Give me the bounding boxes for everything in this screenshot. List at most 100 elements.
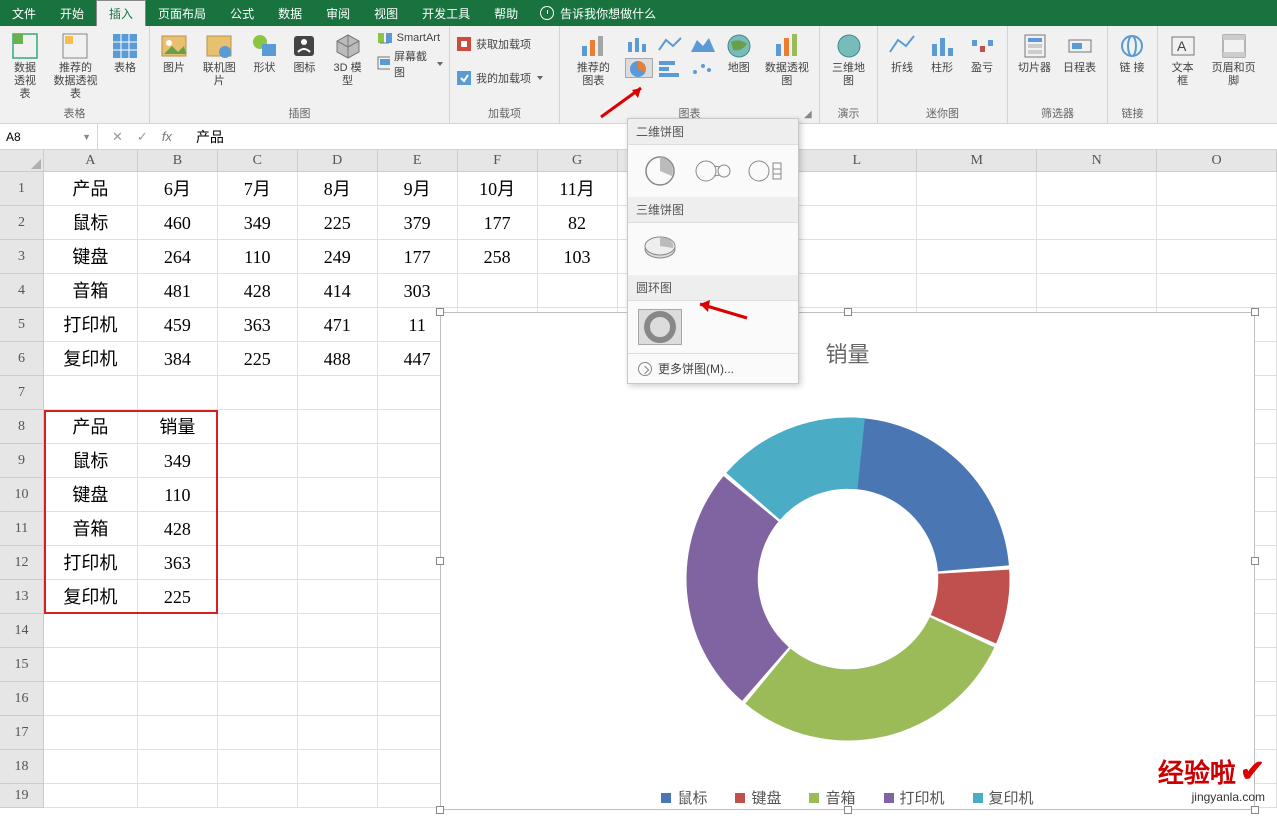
cell[interactable] <box>218 750 298 784</box>
cell[interactable]: 177 <box>378 240 458 274</box>
cell[interactable]: 460 <box>138 206 218 240</box>
pivot-chart-button[interactable]: 数据透视图 <box>761 30 813 90</box>
cell[interactable] <box>298 750 378 784</box>
cell[interactable]: 379 <box>378 206 458 240</box>
chart-scatter-icon[interactable] <box>689 58 717 78</box>
3d-map-button[interactable]: 三维地 图 <box>826 30 871 90</box>
cell[interactable]: 9月 <box>378 172 458 206</box>
chart-bar-icon[interactable] <box>657 58 685 78</box>
row-header[interactable]: 1 <box>0 172 44 206</box>
cell[interactable] <box>1037 240 1157 274</box>
row-header[interactable]: 3 <box>0 240 44 274</box>
cell[interactable] <box>917 274 1037 308</box>
textbox-button[interactable]: A文本框 <box>1164 30 1201 90</box>
cell[interactable] <box>797 240 917 274</box>
cell[interactable] <box>538 274 618 308</box>
cell[interactable] <box>218 376 298 410</box>
resize-handle[interactable] <box>436 557 444 565</box>
cell[interactable]: 471 <box>298 308 378 342</box>
cell[interactable] <box>44 784 138 808</box>
cell[interactable] <box>458 274 538 308</box>
cell[interactable] <box>44 682 138 716</box>
row-header[interactable]: 9 <box>0 444 44 478</box>
cell[interactable] <box>1157 240 1277 274</box>
cell[interactable] <box>298 410 378 444</box>
cell[interactable]: 481 <box>138 274 218 308</box>
cell[interactable] <box>138 614 218 648</box>
pie-2d-icon[interactable] <box>638 153 681 189</box>
table-button[interactable]: 表格 <box>107 30 143 77</box>
cell[interactable]: 7月 <box>218 172 298 206</box>
cell[interactable] <box>298 512 378 546</box>
tell-me[interactable]: 告诉我你想做什么 <box>530 0 666 26</box>
col-header[interactable]: M <box>917 150 1037 171</box>
chart-title[interactable]: 销量 <box>441 313 1254 369</box>
cell[interactable]: 产品 <box>44 410 138 444</box>
cell[interactable] <box>1037 274 1157 308</box>
cell[interactable] <box>138 750 218 784</box>
chart-plot-area[interactable] <box>441 369 1254 769</box>
cell[interactable]: 258 <box>458 240 538 274</box>
resize-handle[interactable] <box>436 806 444 814</box>
row-header[interactable]: 7 <box>0 376 44 410</box>
cell[interactable] <box>138 716 218 750</box>
cell[interactable] <box>298 376 378 410</box>
col-header[interactable]: D <box>298 150 378 171</box>
tab-home[interactable]: 开始 <box>48 0 96 26</box>
slicer-button[interactable]: 切片器 <box>1014 30 1055 77</box>
chart-segment[interactable] <box>745 617 994 740</box>
get-addins-button[interactable]: 获取加载项 <box>456 36 543 52</box>
cell[interactable]: 363 <box>218 308 298 342</box>
cell[interactable] <box>1037 172 1157 206</box>
chart-segment[interactable] <box>848 418 1009 572</box>
cell[interactable]: 225 <box>298 206 378 240</box>
cell[interactable]: 384 <box>138 342 218 376</box>
tab-file[interactable]: 文件 <box>0 0 48 26</box>
cell[interactable]: 110 <box>218 240 298 274</box>
cell[interactable] <box>218 410 298 444</box>
cell[interactable] <box>218 580 298 614</box>
col-header[interactable]: E <box>378 150 458 171</box>
select-all-corner[interactable] <box>0 150 44 171</box>
cell[interactable] <box>218 648 298 682</box>
cell[interactable]: 349 <box>138 444 218 478</box>
cell[interactable] <box>1157 206 1277 240</box>
chart-area-icon[interactable] <box>689 34 717 54</box>
cell[interactable] <box>44 376 138 410</box>
cell[interactable] <box>917 172 1037 206</box>
pivot-table-button[interactable]: 数据 透视表 <box>6 30 44 103</box>
row-header[interactable]: 10 <box>0 478 44 512</box>
col-header[interactable]: C <box>218 150 298 171</box>
cell[interactable]: 428 <box>218 274 298 308</box>
cell[interactable]: 音箱 <box>44 512 138 546</box>
cell[interactable] <box>138 784 218 808</box>
online-pictures-button[interactable]: 联机图片 <box>196 30 242 90</box>
row-header[interactable]: 11 <box>0 512 44 546</box>
cell[interactable] <box>44 648 138 682</box>
doughnut-icon[interactable] <box>638 309 682 345</box>
row-header[interactable]: 16 <box>0 682 44 716</box>
resize-handle[interactable] <box>844 308 852 316</box>
icons-button[interactable]: 图标 <box>286 30 322 77</box>
cell[interactable] <box>218 614 298 648</box>
cell[interactable]: 产品 <box>44 172 138 206</box>
col-header[interactable]: G <box>538 150 618 171</box>
sparkline-column-button[interactable]: 柱形 <box>924 30 960 77</box>
cell[interactable] <box>298 784 378 808</box>
cell[interactable]: 11月 <box>538 172 618 206</box>
cell[interactable] <box>138 682 218 716</box>
chart-legend[interactable]: 鼠标键盘音箱打印机复印机 <box>441 769 1254 808</box>
cell[interactable] <box>218 478 298 512</box>
legend-item[interactable]: 音箱 <box>809 787 855 808</box>
smartart-button[interactable]: SmartArt <box>377 30 443 46</box>
cell[interactable] <box>1157 172 1277 206</box>
tab-layout[interactable]: 页面布局 <box>146 0 218 26</box>
col-header[interactable]: N <box>1037 150 1157 171</box>
cell[interactable]: 键盘 <box>44 240 138 274</box>
cell[interactable]: 打印机 <box>44 308 138 342</box>
cell[interactable] <box>218 682 298 716</box>
cancel-formula-icon[interactable]: ✕ <box>112 129 123 145</box>
row-header[interactable]: 6 <box>0 342 44 376</box>
legend-item[interactable]: 鼠标 <box>661 787 707 808</box>
charts-dialog-launcher[interactable]: ◢ <box>804 109 816 121</box>
